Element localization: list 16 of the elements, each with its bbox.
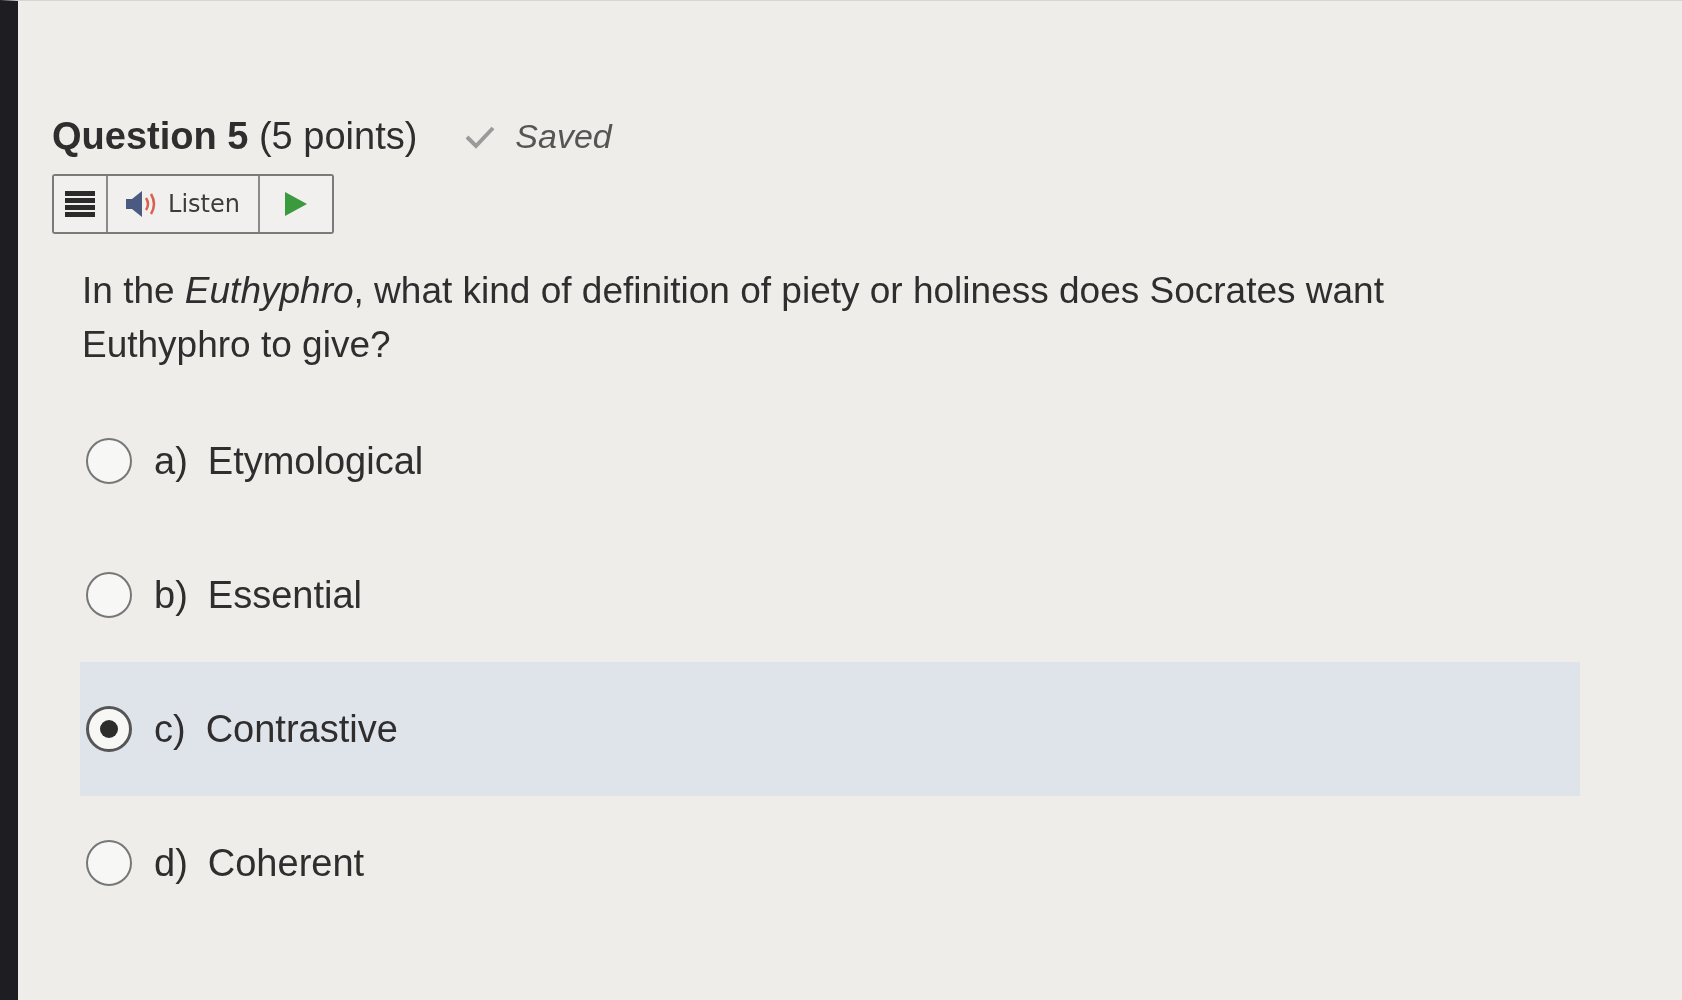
answer-option[interactable]: b) Essential	[154, 573, 362, 617]
menu-button[interactable]	[54, 176, 108, 232]
check-icon	[465, 124, 496, 149]
play-icon	[285, 192, 307, 216]
saved-status: Saved	[515, 117, 612, 156]
menu-icon	[65, 191, 95, 217]
radio-button-selected[interactable]	[86, 706, 132, 752]
radio-button[interactable]	[86, 572, 132, 618]
radio-button[interactable]	[86, 840, 132, 886]
answer-option[interactable]: d) Coherent	[154, 841, 365, 885]
selected-answer-row[interactable]: c) Contrastive	[80, 662, 1580, 796]
answer-option[interactable]: c) Contrastive	[154, 707, 398, 751]
radio-button[interactable]	[86, 438, 132, 484]
answer-option[interactable]: a) Etymological	[154, 439, 424, 483]
question-title: Question 5 (5 points)	[52, 115, 418, 158]
question-text: In the Euthyphro, what kind of definition of piety or holiness does Socrates want Euthyphro to give?	[82, 269, 1385, 367]
